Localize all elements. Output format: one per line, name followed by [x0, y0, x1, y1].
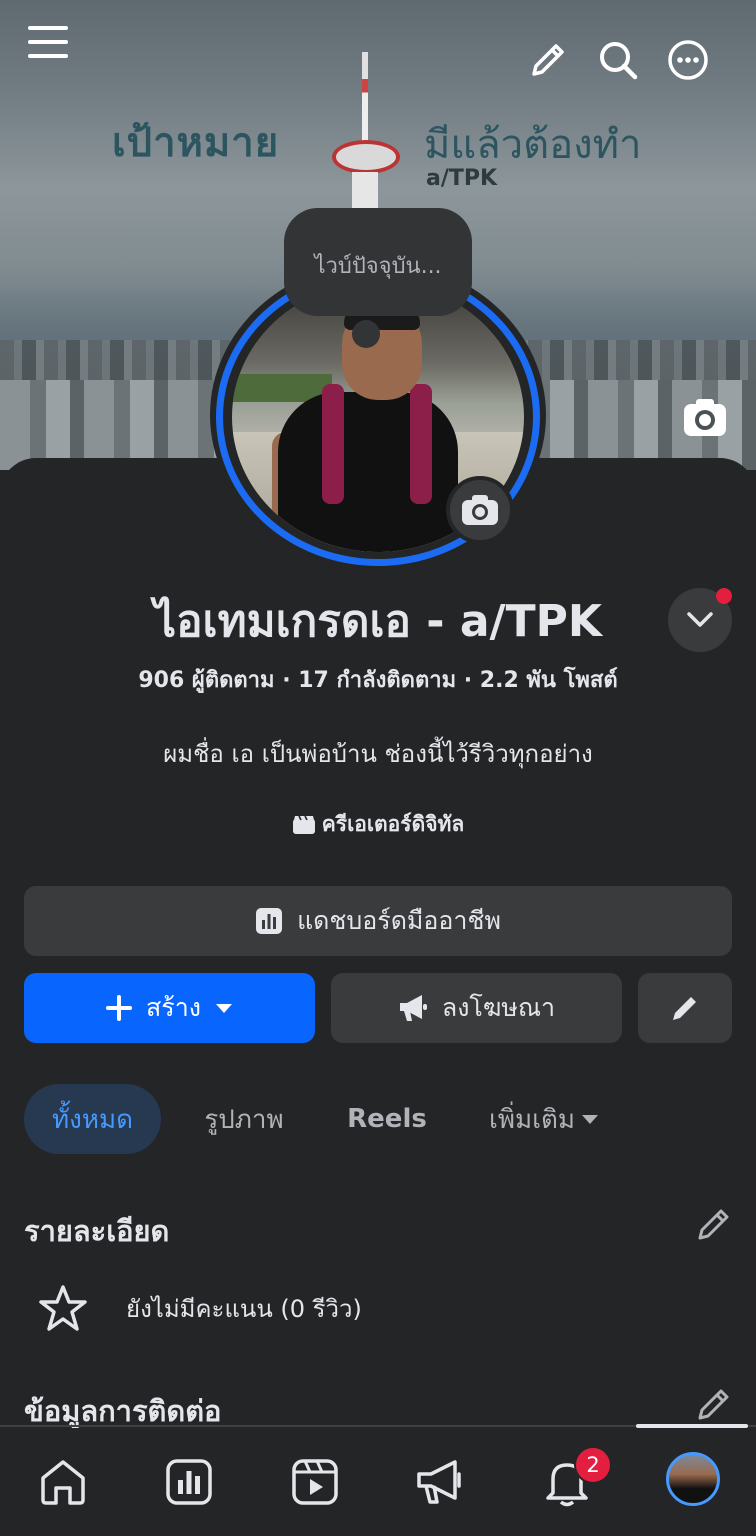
tab-more[interactable]: เพิ่มเติม [478, 1084, 610, 1154]
edit-details-button[interactable] [694, 1204, 734, 1244]
profile-category: ครีเอเตอร์ดิจิทัล [0, 808, 756, 841]
notification-badge: 2 [574, 1446, 612, 1484]
nav-home[interactable] [33, 1452, 93, 1512]
cover-tag: a/TPK [426, 166, 498, 191]
more-options-button[interactable] [666, 38, 710, 82]
plus-icon [106, 995, 133, 1021]
tower-head [332, 140, 400, 174]
camera-icon [462, 495, 498, 525]
edit-contact-button[interactable] [694, 1384, 734, 1424]
tower-body [352, 172, 378, 212]
note-bubble-text: ไวบ์ปัจจุบัน... [314, 254, 442, 279]
rating-row: ยังไม่มีคะแนน (0 รีวิว) [38, 1282, 638, 1334]
dashboard-button-label: แดชบอร์ดมืออาชีพ [297, 906, 501, 935]
dashboard-icon [166, 1459, 212, 1505]
active-tab-indicator [636, 1424, 748, 1428]
chevron-down-icon [687, 612, 713, 627]
profile-category-label: ครีเอเตอร์ดิจิทัล [321, 812, 465, 836]
bottom-navigation [0, 1428, 756, 1536]
pencil-icon [698, 1389, 729, 1420]
caret-down-icon [582, 1115, 599, 1124]
star-icon [39, 1285, 87, 1331]
details-heading: รายละเอียด [24, 1214, 170, 1248]
tab-more-label: เพิ่มเติม [488, 1104, 576, 1135]
edit-cover-button[interactable] [526, 38, 570, 82]
menu-icon [28, 26, 68, 58]
avatar-camera-button[interactable] [446, 476, 514, 544]
tower-mast [362, 52, 368, 142]
create-button-label: สร้าง [146, 993, 201, 1022]
note-bubble-tail [352, 320, 380, 348]
profile-name: ไอเทมเกรดเอ - a/TPK [154, 596, 602, 647]
nav-ads[interactable] [411, 1452, 471, 1512]
rating-text: ยังไม่มีคะแนน (0 รีวิว) [126, 1294, 362, 1323]
pencil-icon [698, 1209, 729, 1240]
nav-dashboard[interactable] [159, 1452, 219, 1512]
nav-profile-avatar[interactable] [666, 1452, 720, 1506]
megaphone-icon [399, 995, 427, 1021]
notification-dot [716, 588, 732, 604]
profile-bio: ผมชื่อ เอ เป็นพ่อบ้าน ช่องนี้ไว้รีวิวทุก… [163, 740, 593, 768]
caret-down-icon [215, 1004, 232, 1013]
video-icon [292, 1459, 338, 1505]
clapperboard-icon [292, 815, 315, 834]
profile-stats[interactable]: 906 ผู้ติดตาม · 17 กำลังติดตาม · 2.2 พัน… [0, 662, 756, 697]
pencil-icon [532, 44, 564, 76]
dashboard-icon [256, 908, 283, 934]
search-button[interactable] [596, 38, 640, 82]
create-button[interactable]: สร้าง [24, 973, 315, 1043]
cover-text-left: เป้าหมาย [112, 120, 280, 166]
tab-reels[interactable]: Reels [340, 1084, 434, 1154]
menu-button[interactable] [26, 20, 70, 64]
more-icon [668, 40, 708, 80]
photo-strap-right [410, 384, 432, 504]
pencil-icon [673, 997, 696, 1020]
edit-profile-button[interactable] [638, 973, 732, 1043]
search-icon [600, 42, 638, 80]
photo-strap-left [322, 384, 344, 504]
advertise-button-label: ลงโฆษณา [441, 993, 556, 1022]
megaphone-icon [417, 1460, 461, 1504]
camera-icon [684, 399, 726, 436]
nav-video[interactable] [285, 1452, 345, 1512]
cover-camera-button[interactable] [682, 396, 728, 440]
professional-dashboard-button[interactable]: แดชบอร์ดมืออาชีพ [24, 886, 732, 956]
advertise-button[interactable]: ลงโฆษณา [331, 973, 622, 1043]
tab-all[interactable]: ทั้งหมด [24, 1084, 161, 1154]
tab-photos[interactable]: รูปภาพ [186, 1084, 302, 1154]
home-icon [41, 1460, 85, 1505]
